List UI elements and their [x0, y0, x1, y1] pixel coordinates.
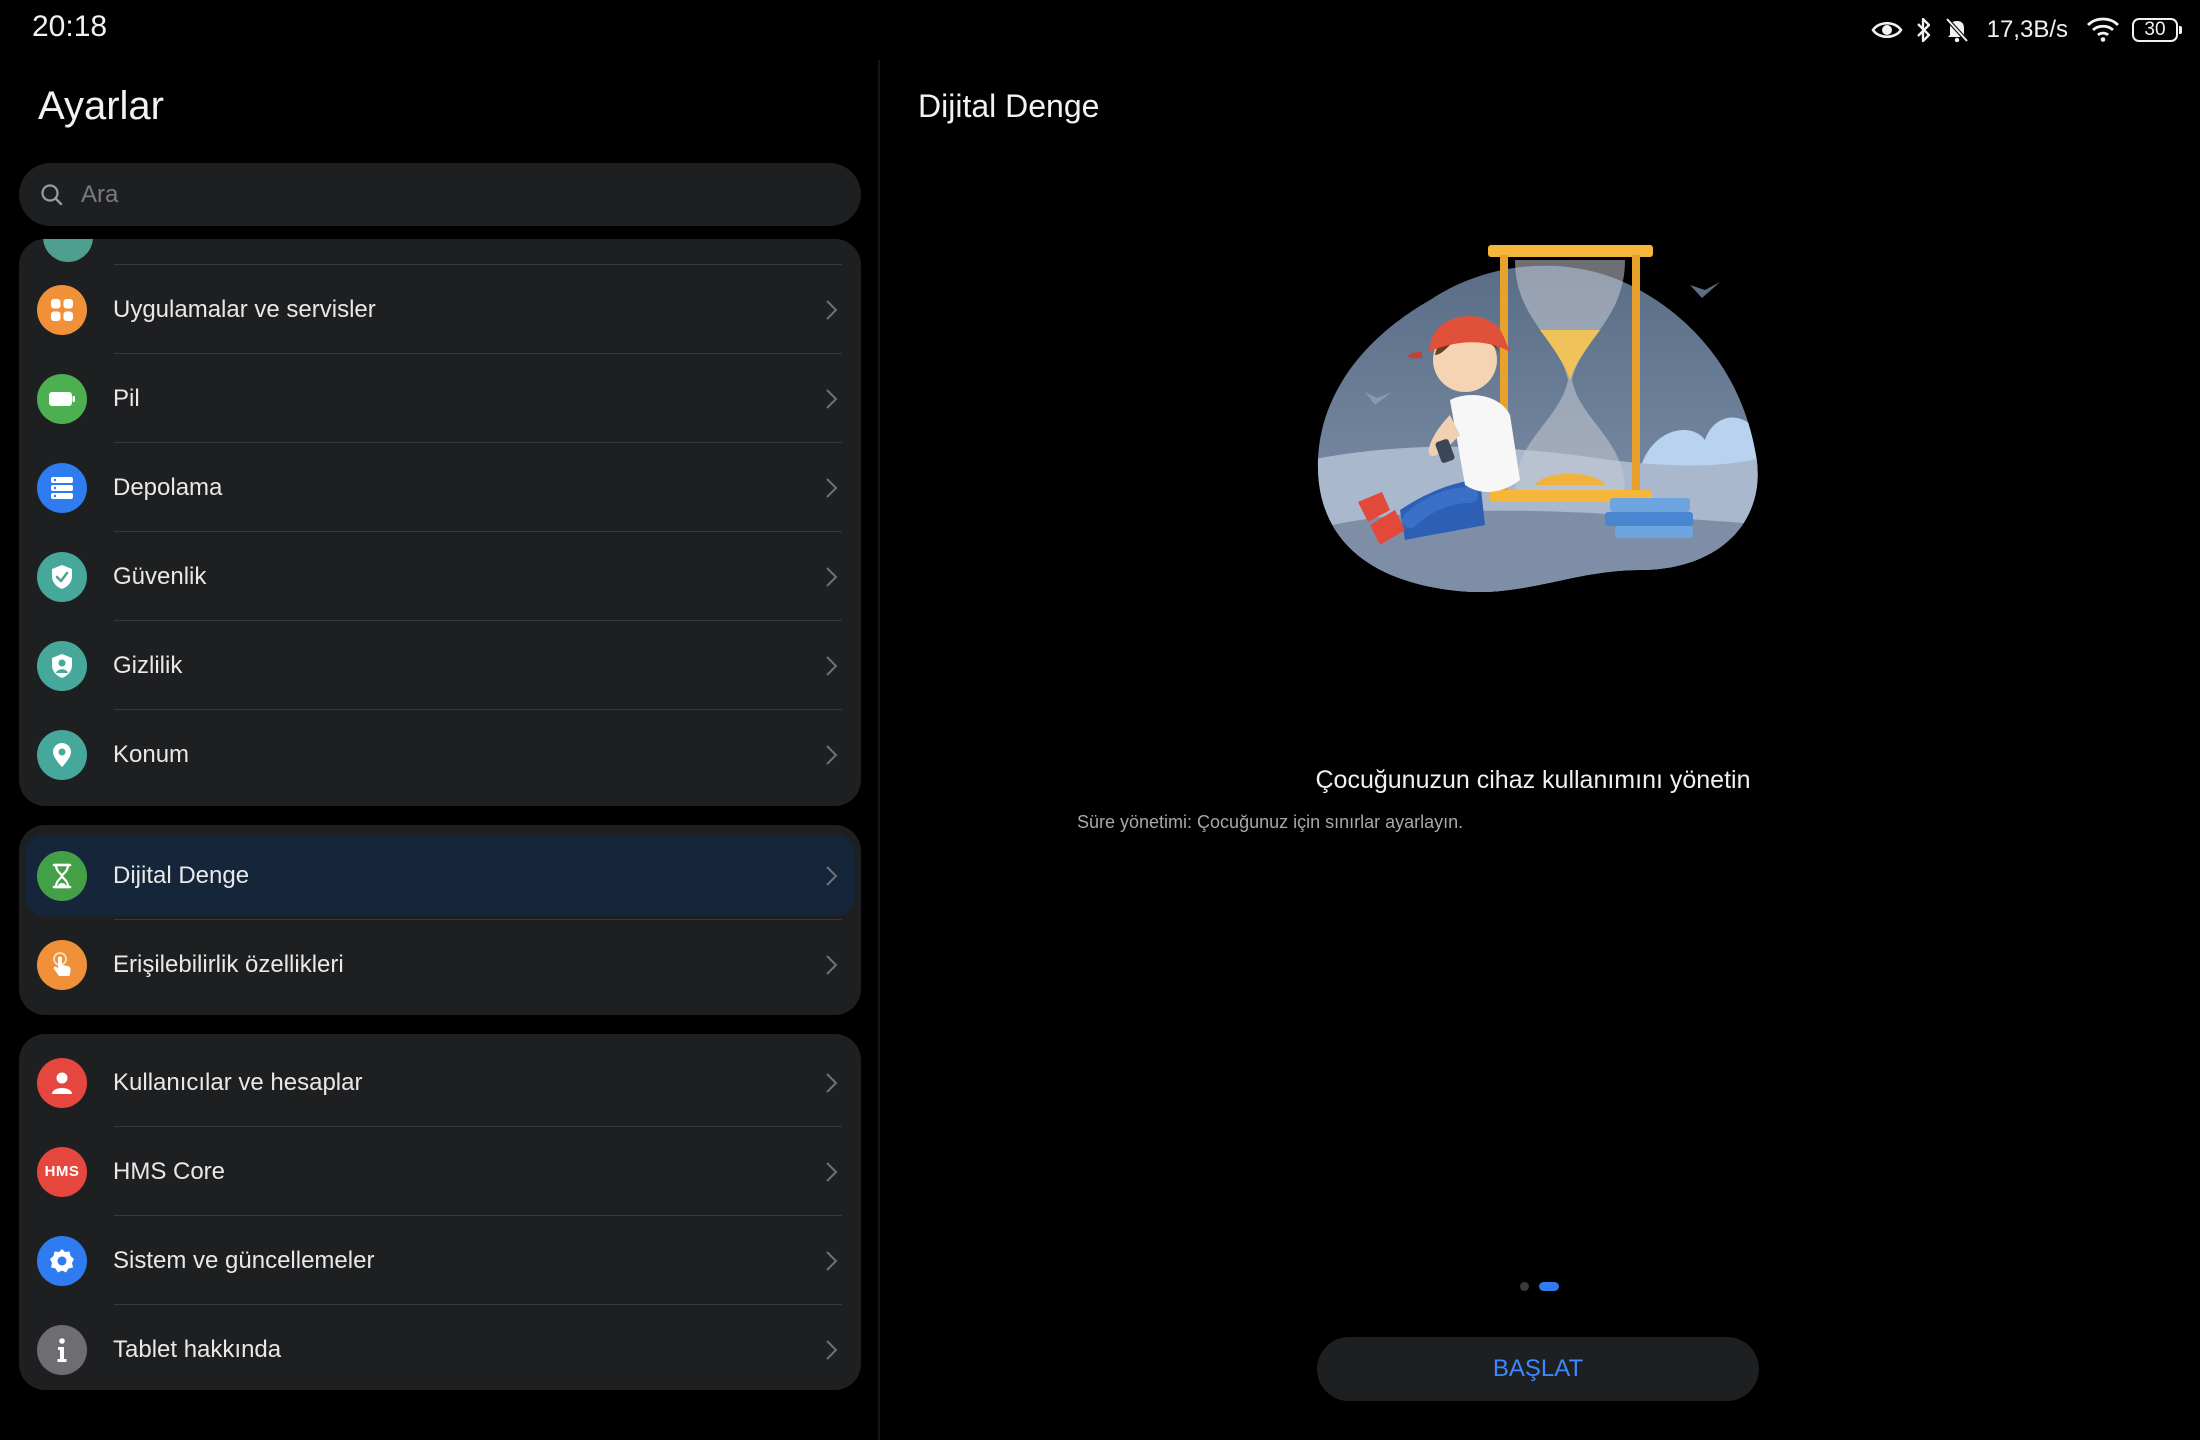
chevron-right-icon	[826, 299, 838, 320]
status-icons: 17,3B/s 30	[1871, 14, 2182, 46]
search-bar[interactable]	[19, 163, 861, 226]
chevron-right-icon	[826, 566, 838, 587]
settings-item-privacy[interactable]: Gizlilik	[19, 621, 861, 710]
page-indicator	[1520, 1282, 1559, 1291]
chevron-right-icon	[826, 1161, 838, 1182]
bluetooth-icon	[1916, 17, 1930, 43]
settings-item-system-updates[interactable]: Sistem ve güncellemeler	[19, 1216, 861, 1305]
hourglass-icon	[37, 850, 87, 901]
network-speed: 17,3B/s	[1986, 16, 2068, 43]
child-with-hourglass-illustration	[1317, 245, 1758, 593]
settings-item-hms-core[interactable]: HMS HMS Core	[19, 1127, 861, 1216]
user-icon	[37, 1057, 87, 1108]
detail-pane: Dijital Denge Çocuğunuzun cihaz kullanım…	[880, 60, 2200, 1440]
detail-title: Dijital Denge	[918, 88, 1100, 124]
settings-item-location[interactable]: Konum	[19, 710, 861, 799]
chevron-right-icon	[826, 477, 838, 498]
settings-group-1: Uygulamalar ve servisler Pil Depolama Gü…	[19, 239, 861, 806]
chevron-right-icon	[826, 1072, 838, 1093]
eye-icon	[1871, 22, 1903, 38]
location-pin-icon	[37, 729, 87, 780]
settings-item-label: HMS Core	[113, 1157, 226, 1185]
settings-item-security[interactable]: Güvenlik	[19, 532, 861, 621]
settings-item-label: Uygulamalar ve servisler	[113, 295, 376, 323]
settings-item-battery[interactable]: Pil	[19, 354, 861, 443]
chevron-right-icon	[826, 744, 838, 765]
partial-item-icon	[43, 239, 93, 262]
mute-icon	[1945, 17, 1969, 43]
page-dot-1[interactable]	[1520, 1282, 1529, 1291]
settings-group-3: Kullanıcılar ve hesaplar HMS HMS Core Si…	[19, 1034, 861, 1390]
settings-item-label: Sistem ve güncellemeler	[113, 1246, 375, 1274]
search-input[interactable]	[79, 179, 843, 210]
page-dot-2[interactable]	[1539, 1282, 1559, 1291]
settings-item-label: Dijital Denge	[113, 861, 250, 889]
chevron-right-icon	[826, 865, 838, 886]
settings-item-about-tablet[interactable]: Tablet hakkında	[19, 1305, 861, 1390]
settings-group-2: Dijital Denge Erişilebilirlik özellikler…	[19, 825, 861, 1015]
battery-icon: 30	[2132, 18, 2182, 42]
settings-item-label: Konum	[113, 740, 190, 768]
apps-grid-icon	[37, 284, 87, 335]
start-button[interactable]: BAŞLAT	[1317, 1337, 1759, 1401]
settings-item-label: Tablet hakkında	[113, 1335, 282, 1363]
settings-item-label: Depolama	[113, 473, 223, 501]
settings-item-storage[interactable]: Depolama	[19, 443, 861, 532]
settings-item-accessibility[interactable]: Erişilebilirlik özellikleri	[19, 920, 861, 1009]
settings-item-label: Kullanıcılar ve hesaplar	[113, 1068, 363, 1096]
storage-icon	[37, 462, 87, 513]
wifi-icon	[2087, 17, 2119, 42]
feature-headline: Çocuğunuzun cihaz kullanımını yönetin	[880, 766, 2200, 795]
feature-description: Süre yönetimi: Çocuğunuz için sınırlar a…	[1077, 812, 1464, 832]
gear-icon	[37, 1235, 87, 1286]
status-bar: 20:18 17,3B/s 30	[0, 0, 2200, 60]
page-title: Ayarlar	[38, 84, 164, 128]
privacy-shield-icon	[37, 640, 87, 691]
chevron-right-icon	[826, 388, 838, 409]
battery-icon	[37, 373, 87, 424]
status-clock: 20:18	[32, 10, 108, 43]
feature-headline-text: Çocuğunuzun cihaz kullanımını yönetin	[1315, 766, 1751, 794]
settings-item-digital-balance[interactable]: Dijital Denge	[19, 831, 861, 920]
hms-icon: HMS	[37, 1146, 87, 1197]
search-icon	[41, 183, 63, 205]
settings-item-label: Pil	[113, 384, 140, 412]
settings-item-label: Erişilebilirlik özellikleri	[113, 950, 344, 978]
settings-item-label: Güvenlik	[113, 562, 207, 590]
chevron-right-icon	[826, 1339, 838, 1360]
hms-icon-text: HMS	[44, 1163, 80, 1180]
chevron-right-icon	[826, 954, 838, 975]
settings-pane: Ayarlar Uygulamalar ve servisler Pil	[0, 60, 878, 1440]
settings-item-apps[interactable]: Uygulamalar ve servisler	[19, 265, 861, 354]
info-icon	[37, 1324, 87, 1375]
chevron-right-icon	[826, 1250, 838, 1271]
chevron-right-icon	[826, 655, 838, 676]
hand-pointer-icon	[37, 939, 87, 990]
shield-check-icon	[37, 551, 87, 602]
settings-item-label: Gizlilik	[113, 651, 183, 679]
settings-item-users-accounts[interactable]: Kullanıcılar ve hesaplar	[19, 1038, 861, 1127]
